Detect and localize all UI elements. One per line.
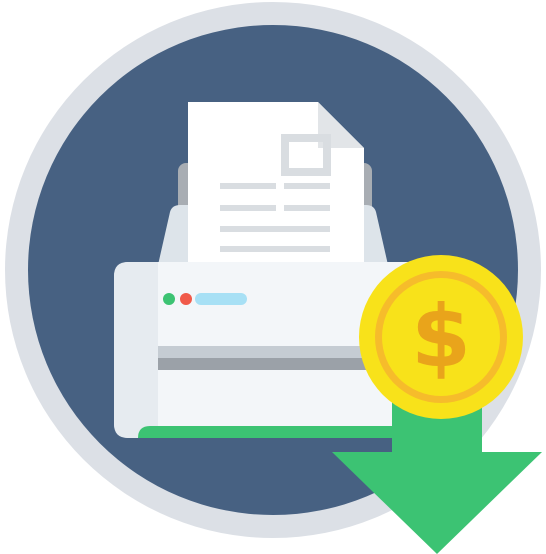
printer-body-side xyxy=(114,262,158,438)
document-icon xyxy=(188,102,364,262)
illustration-canvas: $ xyxy=(5,2,542,554)
output-tray xyxy=(138,426,420,438)
power-led-icon xyxy=(163,293,175,305)
paper-line xyxy=(220,183,276,189)
paper-line xyxy=(220,246,330,252)
paper-line xyxy=(220,226,330,232)
error-led-icon xyxy=(180,293,192,305)
dollar-coin-icon: $ xyxy=(359,255,523,419)
paper-line xyxy=(284,205,330,211)
paper-line xyxy=(220,205,276,211)
paper-line xyxy=(284,183,330,189)
dollar-symbol: $ xyxy=(411,287,471,387)
printer-display xyxy=(195,293,247,305)
printer-cost-illustration: $ xyxy=(0,0,546,554)
paper-slot-bottom xyxy=(158,358,398,370)
